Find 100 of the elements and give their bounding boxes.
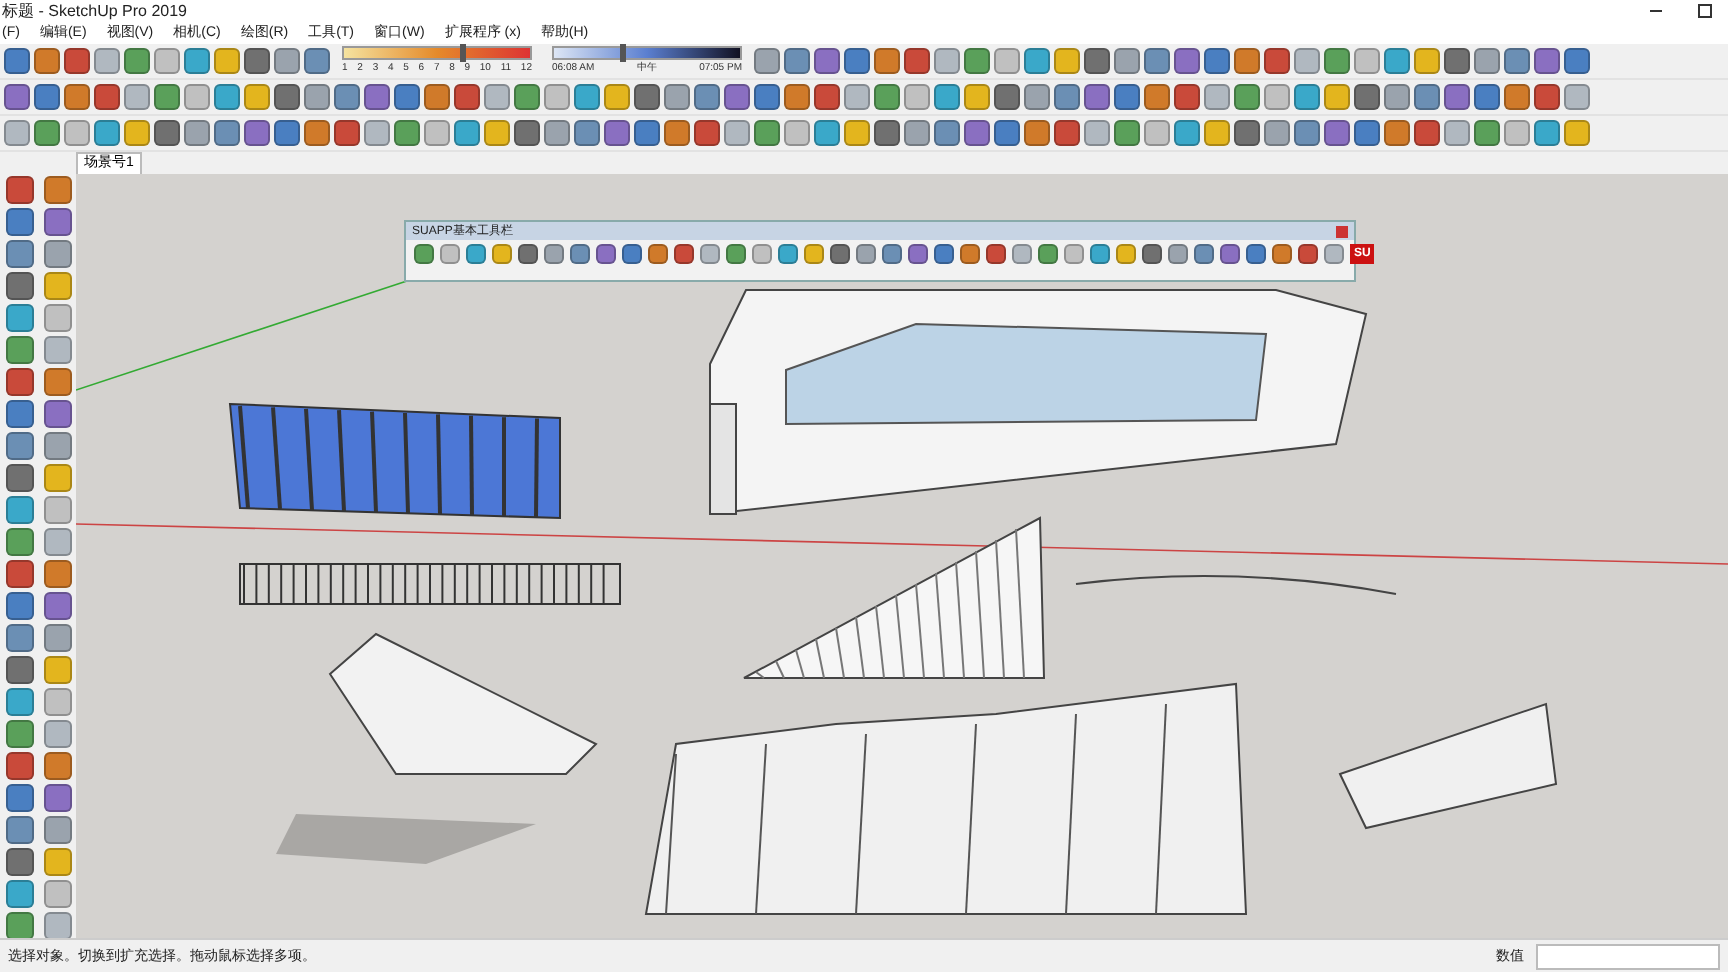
- tool-icon[interactable]: [6, 208, 34, 236]
- tool-icon[interactable]: [6, 304, 34, 332]
- tool-icon[interactable]: [44, 240, 72, 268]
- tool-icon[interactable]: [244, 48, 270, 74]
- tool-icon[interactable]: [44, 848, 72, 876]
- tool-icon[interactable]: [814, 120, 840, 146]
- tool-icon[interactable]: [394, 84, 420, 110]
- tool-icon[interactable]: [6, 336, 34, 364]
- tool-icon[interactable]: [694, 120, 720, 146]
- tool-icon[interactable]: [1114, 120, 1140, 146]
- tool-icon[interactable]: [4, 84, 30, 110]
- tool-icon[interactable]: [454, 84, 480, 110]
- tool-icon[interactable]: [44, 592, 72, 620]
- tool-icon[interactable]: [6, 848, 34, 876]
- tool-icon[interactable]: [904, 84, 930, 110]
- tool-icon[interactable]: [1114, 48, 1140, 74]
- tool-icon[interactable]: [44, 560, 72, 588]
- tool-icon[interactable]: [1564, 48, 1590, 74]
- tool-icon[interactable]: [274, 48, 300, 74]
- tool-icon[interactable]: [304, 120, 330, 146]
- tool-icon[interactable]: [724, 84, 750, 110]
- tool-icon[interactable]: [1084, 84, 1110, 110]
- tool-icon[interactable]: [1324, 84, 1350, 110]
- tool-icon[interactable]: [1144, 48, 1170, 74]
- tool-icon[interactable]: [44, 272, 72, 300]
- tool-icon[interactable]: [44, 336, 72, 364]
- tool-icon[interactable]: [154, 120, 180, 146]
- tool-icon[interactable]: [1504, 84, 1530, 110]
- tool-icon[interactable]: [1174, 84, 1200, 110]
- tool-icon[interactable]: [1354, 84, 1380, 110]
- tool-icon[interactable]: [34, 120, 60, 146]
- tool-icon[interactable]: [814, 48, 840, 74]
- tool-icon[interactable]: [4, 48, 30, 74]
- tool-icon[interactable]: [154, 84, 180, 110]
- tool-icon[interactable]: [1474, 84, 1500, 110]
- tool-icon[interactable]: [874, 84, 900, 110]
- tool-icon[interactable]: [6, 400, 34, 428]
- tool-icon[interactable]: [214, 84, 240, 110]
- tool-icon[interactable]: [1564, 120, 1590, 146]
- tool-icon[interactable]: [1444, 48, 1470, 74]
- tool-icon[interactable]: [634, 120, 660, 146]
- tool-icon[interactable]: [634, 84, 660, 110]
- tool-icon[interactable]: [1324, 120, 1350, 146]
- tool-icon[interactable]: [784, 120, 810, 146]
- tool-icon[interactable]: [1144, 84, 1170, 110]
- tool-icon[interactable]: [934, 120, 960, 146]
- tool-icon[interactable]: [1384, 48, 1410, 74]
- tool-icon[interactable]: [6, 432, 34, 460]
- tool-icon[interactable]: [1324, 48, 1350, 74]
- tool-icon[interactable]: [544, 120, 570, 146]
- tool-icon[interactable]: [604, 120, 630, 146]
- value-field[interactable]: [1536, 943, 1720, 969]
- tool-icon[interactable]: [44, 688, 72, 716]
- tool-icon[interactable]: [754, 48, 780, 74]
- tool-icon[interactable]: [244, 120, 270, 146]
- tool-icon[interactable]: [784, 48, 810, 74]
- tool-icon[interactable]: [44, 880, 72, 908]
- month-slider[interactable]: [342, 46, 532, 60]
- tool-icon[interactable]: [1534, 84, 1560, 110]
- tool-icon[interactable]: [6, 752, 34, 780]
- tool-icon[interactable]: [6, 464, 34, 492]
- tool-icon[interactable]: [1204, 48, 1230, 74]
- tool-icon[interactable]: [1294, 120, 1320, 146]
- tool-icon[interactable]: [724, 120, 750, 146]
- tool-icon[interactable]: [1474, 48, 1500, 74]
- tool-icon[interactable]: [964, 48, 990, 74]
- tool-icon[interactable]: [124, 120, 150, 146]
- tool-icon[interactable]: [844, 48, 870, 74]
- tool-icon[interactable]: [934, 48, 960, 74]
- tool-icon[interactable]: [844, 120, 870, 146]
- tool-icon[interactable]: [6, 912, 34, 940]
- tool-icon[interactable]: [394, 120, 420, 146]
- tool-icon[interactable]: [964, 84, 990, 110]
- tool-icon[interactable]: [1294, 84, 1320, 110]
- tool-icon[interactable]: [64, 48, 90, 74]
- close-icon[interactable]: [1336, 225, 1348, 237]
- tool-icon[interactable]: [1474, 120, 1500, 146]
- tool-icon[interactable]: [1024, 84, 1050, 110]
- tool-icon[interactable]: [514, 120, 540, 146]
- tool-icon[interactable]: [214, 120, 240, 146]
- tool-icon[interactable]: [94, 84, 120, 110]
- tool-icon[interactable]: [124, 84, 150, 110]
- tool-icon[interactable]: [1084, 48, 1110, 74]
- tool-icon[interactable]: [364, 120, 390, 146]
- tool-icon[interactable]: [1234, 84, 1260, 110]
- tool-icon[interactable]: [1354, 120, 1380, 146]
- tool-icon[interactable]: [754, 120, 780, 146]
- tool-icon[interactable]: [44, 368, 72, 396]
- tool-icon[interactable]: [1534, 48, 1560, 74]
- tool-icon[interactable]: [244, 84, 270, 110]
- tool-icon[interactable]: [874, 120, 900, 146]
- tool-icon[interactable]: [6, 624, 34, 652]
- tool-icon[interactable]: [6, 560, 34, 588]
- tool-icon[interactable]: [1444, 84, 1470, 110]
- tool-icon[interactable]: [1384, 84, 1410, 110]
- tool-icon[interactable]: [1414, 84, 1440, 110]
- tool-icon[interactable]: [454, 120, 480, 146]
- tool-icon[interactable]: [44, 656, 72, 684]
- tool-icon[interactable]: [1204, 120, 1230, 146]
- tool-icon[interactable]: [664, 120, 690, 146]
